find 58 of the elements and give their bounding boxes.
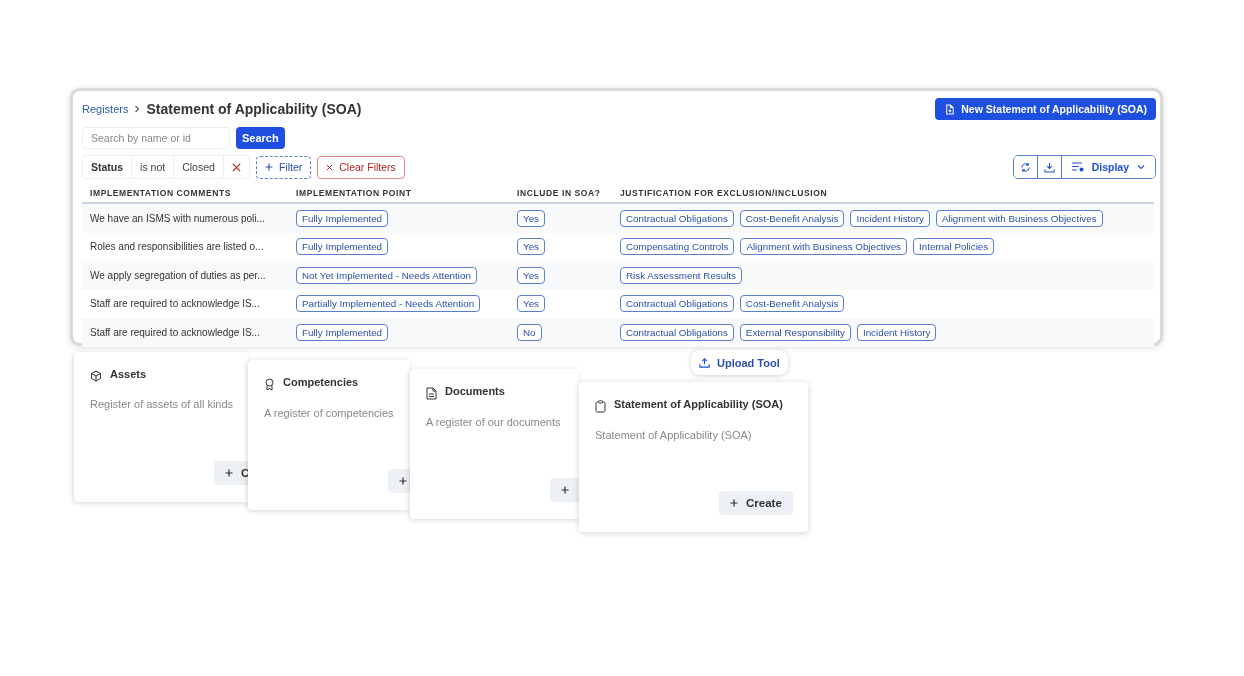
justification-tag: Contractual Obligations [620,209,734,227]
register-card[interactable]: Assets Register of assets of all kinds C [74,352,248,502]
include-tag: Yes [517,295,545,313]
card-title: Statement of Applicability (SOA) [614,398,783,410]
search-button[interactable]: Search [236,127,285,149]
card-description: A register of our documents [426,416,562,428]
page-title: Statement of Applicability (SOA) [146,101,362,117]
add-filter-button[interactable]: Filter [255,155,312,179]
card-title: Assets [110,368,147,380]
justification-tag: Contractual Obligations [620,295,734,313]
card-description: A register of competencies [264,407,395,419]
card-description: Statement of Applicability (SOA) [595,429,753,441]
include-tag: Yes [517,266,545,284]
status-tag: Fully Implemented [296,323,389,341]
table-cell-text: Roles and responsibilities are listed o... [89,241,265,253]
justification-tag: Internal Policies [913,238,995,256]
justification-tag: Contractual Obligations [620,323,734,341]
justification-tag: Alignment with Business Objectives [740,238,907,256]
filter-operator: is not [131,156,174,178]
status-tag: Not Yet Implemented - Needs Attention [296,266,477,284]
clear-filters-button[interactable]: Clear Filters [317,155,405,179]
status-tag: Fully Implemented [296,238,389,256]
card-title: Documents [445,385,505,397]
create-button[interactable]: Create [719,491,793,515]
register-card[interactable]: Competencies A register of competencies [248,360,410,510]
justification-tag: Cost-Benefit Analysis [739,295,845,313]
table-cell-text: Staff are required to acknowledge IS... [89,298,261,310]
justification-tag: Cost-Benefit Analysis [739,209,845,227]
display-button[interactable]: Display [1060,156,1155,178]
register-card[interactable]: Statement of Applicability (SOA) Statement of Applicability (SOA) Create [579,382,808,532]
status-tag: Fully Implemented [296,209,389,227]
table-cell-text: Staff are required to acknowledge IS... [89,326,261,338]
card-description: Register of assets of all kinds [90,398,235,410]
justification-tag: Alignment with Business Objectives [935,209,1103,227]
column-header: JUSTIFICATION FOR EXCLUSION/INCLUSION [619,187,829,198]
include-tag: Yes [517,209,545,227]
justification-tag: Compensating Controls [620,238,735,256]
column-header: IMPLEMENTATION POINT [295,187,413,198]
filter-value: Closed [173,156,223,178]
table-cell-text: We have an ISMS with numerous poli... [89,212,266,224]
include-tag: No [517,323,542,341]
status-tag: Partially Implemented - Needs Attention [296,295,481,313]
table-cell-text: We apply segregation of duties as per... [89,269,267,281]
search-field[interactable]: Search by name or id [82,127,230,149]
card-title: Competencies [283,376,359,388]
column-header: IMPLEMENTATION COMMENTS [89,187,232,198]
justification-tag: Incident History [856,323,937,341]
include-tag: Yes [517,238,545,256]
breadcrumb-link[interactable]: Registers [82,103,129,115]
filter-field: Status [83,156,132,178]
new-record-button[interactable]: New Statement of Applicability (SOA) [935,98,1156,120]
justification-tag: Incident History [850,209,930,227]
justification-tag: External Responsibility [739,323,851,341]
justification-tag: Risk Assessment Results [620,266,742,284]
register-card[interactable]: Documents A register of our documents [410,369,579,519]
create-button[interactable]: C [214,461,248,485]
upload-tool-button[interactable]: Upload Tool [691,350,788,375]
column-header: INCLUDE IN SOA? [516,187,602,198]
